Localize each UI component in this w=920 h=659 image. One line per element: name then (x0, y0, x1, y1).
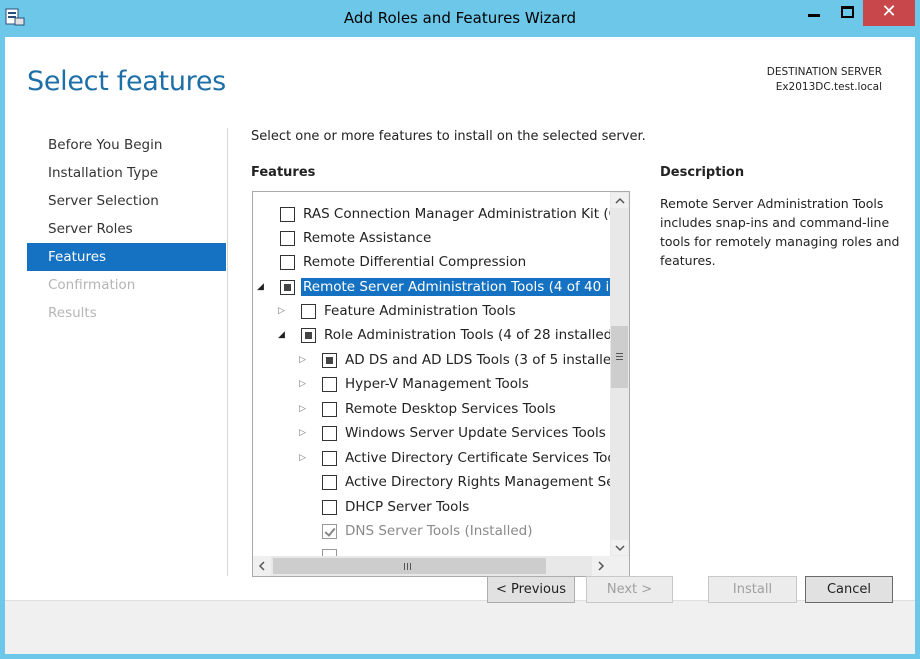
install-button: Install (708, 576, 797, 603)
features-tree[interactable]: RAS Connection Manager Administration Ki… (252, 191, 630, 577)
tree-item-dhcp-tools[interactable]: DHCP Server Tools (253, 495, 610, 519)
close-button[interactable]: ✕ (863, 0, 915, 26)
nav-item-features[interactable]: Features (27, 243, 226, 271)
features-heading: Features (251, 165, 316, 180)
tree-item-label: Feature Administration Tools (324, 303, 516, 319)
tree-item-role-administration-tools[interactable]: ◢ Role Administration Tools (4 of 28 ins… (253, 323, 610, 347)
wizard-window: Select features DESTINATION SERVER Ex201… (5, 37, 915, 654)
page-title: Select features (27, 66, 226, 97)
expand-arrow-icon[interactable]: ▷ (299, 376, 309, 392)
feature-checkbox[interactable] (322, 377, 337, 392)
tree-item-wsus-tools[interactable]: ▷ Windows Server Update Services Tools (253, 421, 610, 445)
grip-icon (616, 353, 623, 354)
destination-server-label: DESTINATION SERVER (766, 66, 882, 78)
tree-item-remote-differential-compression[interactable]: Remote Differential Compression (253, 250, 610, 274)
feature-checkbox (322, 549, 337, 556)
tree-item-rds-tools[interactable]: ▷ Remote Desktop Services Tools (253, 397, 610, 421)
feature-checkbox[interactable] (301, 328, 316, 343)
tree-item-label: Remote Assistance (303, 230, 432, 246)
expand-arrow-icon[interactable]: ▷ (299, 450, 309, 466)
nav-item-confirmation: Confirmation (48, 277, 136, 293)
scrollbar-corner (610, 556, 629, 576)
tree-item-adrms-tools[interactable]: Active Directory Rights Management Servi… (253, 470, 610, 494)
destination-server-name: Ex2013DC.test.local (775, 81, 882, 93)
chevron-up-icon (615, 197, 625, 204)
feature-checkbox[interactable] (322, 426, 337, 441)
feature-checkbox[interactable] (322, 353, 337, 368)
tree-item-label: Remote Differential Compression (303, 254, 527, 270)
nav-item-results: Results (48, 305, 97, 321)
tree-item-label: Active Directory Certificate Services To… (345, 450, 610, 466)
expand-arrow-icon[interactable]: ▷ (299, 425, 309, 441)
horizontal-scroll-thumb[interactable] (273, 558, 546, 574)
tree-item-adcs-tools[interactable]: ▷ Active Directory Certificate Services … (253, 446, 610, 470)
nav-item-server-roles[interactable]: Server Roles (27, 215, 226, 243)
nav-item-server-selection[interactable]: Server Selection (27, 187, 226, 215)
wizard-footer (5, 600, 915, 654)
maximize-icon (841, 6, 854, 18)
expand-arrow-icon[interactable]: ▷ (299, 352, 309, 368)
vertical-scroll-thumb[interactable] (611, 326, 628, 388)
tree-item-label: Remote Server Administration Tools (4 of… (301, 278, 610, 296)
minimize-icon (808, 14, 820, 17)
expand-arrow-icon[interactable]: ▷ (299, 401, 309, 417)
minimize-button[interactable] (797, 0, 831, 26)
tree-item-label: Active Directory Rights Management Servi… (345, 474, 610, 490)
feature-checkbox[interactable] (322, 402, 337, 417)
tree-item-rsat[interactable]: ◢ Remote Server Administration Tools (4 … (253, 275, 610, 299)
chevron-right-icon (598, 561, 605, 571)
wizard-nav: Before You Begin Installation Type Serve… (27, 131, 226, 327)
scroll-up-button[interactable] (610, 192, 629, 209)
tree-item-label: RAS Connection Manager Administration Ki… (303, 206, 610, 222)
scroll-right-button[interactable] (592, 556, 610, 576)
close-icon: ✕ (881, 1, 897, 22)
feature-checkbox[interactable] (301, 304, 316, 319)
tree-item-partial-next (253, 544, 610, 556)
nav-item-before-you-begin[interactable]: Before You Begin (27, 131, 226, 159)
cancel-button[interactable]: Cancel (805, 576, 893, 603)
tree-item-hyper-v-tools[interactable]: ▷ Hyper-V Management Tools (253, 372, 610, 396)
tree-item-dns-tools: DNS Server Tools (Installed) (253, 519, 610, 543)
scroll-down-button[interactable] (610, 539, 629, 556)
next-button: Next > (586, 576, 673, 603)
chevron-left-icon (258, 561, 265, 571)
description-heading: Description (660, 165, 745, 180)
title-bar: Add Roles and Features Wizard ✕ (0, 0, 920, 37)
previous-button[interactable]: < Previous (487, 576, 575, 603)
collapse-arrow-icon[interactable]: ◢ (257, 279, 267, 295)
expand-arrow-icon[interactable]: ▷ (278, 303, 288, 319)
scroll-left-button[interactable] (253, 556, 271, 576)
tree-item-ras-cmak[interactable]: RAS Connection Manager Administration Ki… (253, 202, 610, 226)
nav-item-installation-type[interactable]: Installation Type (27, 159, 226, 187)
maximize-button[interactable] (831, 0, 863, 26)
instruction-text: Select one or more features to install o… (251, 129, 646, 144)
tree-item-label: Role Administration Tools (4 of 28 insta… (324, 327, 610, 343)
chevron-down-icon (615, 545, 625, 552)
vertical-scrollbar[interactable] (610, 192, 629, 556)
tree-item-label: AD DS and AD LDS Tools (3 of 5 installed… (345, 352, 610, 368)
feature-checkbox[interactable] (280, 207, 295, 222)
tree-item-feature-administration-tools[interactable]: ▷ Feature Administration Tools (253, 299, 610, 323)
feature-checkbox[interactable] (280, 231, 295, 246)
grip-icon (404, 563, 405, 570)
feature-checkbox[interactable] (322, 475, 337, 490)
tree-item-ad-ds-tools[interactable]: ▷ AD DS and AD LDS Tools (3 of 5 install… (253, 348, 610, 372)
description-text: Remote Server Administration Tools inclu… (660, 196, 900, 268)
tree-item-remote-assistance[interactable]: Remote Assistance (253, 226, 610, 250)
feature-checkbox[interactable] (322, 451, 337, 466)
collapse-arrow-icon[interactable]: ◢ (278, 327, 288, 343)
feature-checkbox[interactable] (322, 500, 337, 515)
horizontal-scrollbar[interactable] (253, 556, 610, 576)
features-tree-viewport: RAS Connection Manager Administration Ki… (253, 192, 610, 556)
window-title: Add Roles and Features Wizard (343, 9, 577, 27)
feature-checkbox[interactable] (280, 255, 295, 270)
nav-divider (227, 128, 228, 576)
tree-item-label: Hyper-V Management Tools (345, 376, 529, 392)
tree-item-label: Windows Server Update Services Tools (345, 425, 606, 441)
feature-checkbox (322, 524, 337, 539)
feature-checkbox[interactable] (280, 280, 295, 295)
tree-item-label: DHCP Server Tools (345, 499, 470, 515)
tree-item-label: Remote Desktop Services Tools (345, 401, 556, 417)
tree-item-label: DNS Server Tools (Installed) (345, 523, 533, 539)
